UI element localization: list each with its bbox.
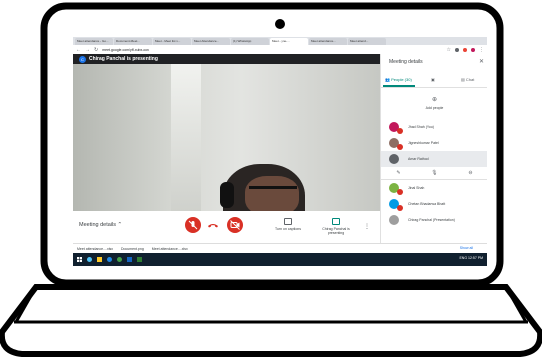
url-field[interactable]: meet.google.com/yff-xubx-oov xyxy=(102,48,442,52)
participant-name: Chirag Panchal (Presentation) xyxy=(408,218,455,222)
participant-row[interactable]: Chetan Bhadarwa Bhatt xyxy=(381,196,487,212)
participant-headset xyxy=(220,182,234,208)
present-now-button[interactable]: Chirag Panchal is presenting xyxy=(316,218,356,235)
participant-row[interactable]: Jhad Shah (You) xyxy=(381,119,487,135)
more-options-icon[interactable]: ⋮ xyxy=(364,223,370,230)
mic-muted-icon xyxy=(397,144,403,150)
presenting-label: Chirag Panchal is presenting xyxy=(322,227,350,235)
tab-chat[interactable]: ▤ Chat xyxy=(461,77,474,82)
video-feed xyxy=(73,64,380,211)
avatar xyxy=(389,154,399,164)
menu-icon[interactable]: ⋮ xyxy=(479,47,484,53)
download-item[interactable]: Meet attendance....xlsx xyxy=(77,247,113,251)
avatar xyxy=(389,138,403,150)
participant-glasses xyxy=(249,186,297,198)
mic-off-icon xyxy=(188,220,198,230)
forward-icon[interactable]: → xyxy=(85,47,90,53)
hangup-icon xyxy=(208,224,218,228)
panel-tabs: 👥 People (30) ▣ ▤ Chat xyxy=(381,74,487,88)
mic-muted-icon xyxy=(397,189,403,195)
panel-title: Meeting details xyxy=(389,59,423,65)
extension-icon[interactable] xyxy=(455,47,459,52)
search-icon[interactable] xyxy=(87,257,92,262)
file-explorer-icon[interactable] xyxy=(97,257,102,262)
present-icon xyxy=(332,218,340,225)
star-icon[interactable]: ☆ xyxy=(447,47,451,53)
avatar xyxy=(389,215,399,225)
avatar xyxy=(389,199,403,211)
download-item[interactable]: Meet attendance....xlsx xyxy=(152,247,188,251)
meeting-details-button[interactable]: Meeting details ⌃ xyxy=(79,222,122,228)
participant-name: Jinal Shah xyxy=(408,186,425,190)
side-panel: Meeting details ✕ 👥 People (30) ▣ ▤ Chat… xyxy=(380,54,487,243)
browser-tab[interactable]: Meet attendance... xyxy=(309,38,347,45)
participant-row[interactable]: Jinal Shah xyxy=(381,180,487,196)
add-people-button[interactable]: ⊕ Add people xyxy=(381,96,487,110)
camera-off-icon xyxy=(230,220,240,230)
participant-row[interactable]: Chirag Panchal (Presentation) xyxy=(381,212,487,228)
participant-list: Jhad Shah (You) Jigneshkumar Patel Amar … xyxy=(381,119,487,228)
captions-button[interactable]: Turn on captions xyxy=(268,218,308,231)
tab-people[interactable]: 👥 People (30) xyxy=(385,77,412,82)
end-call-button[interactable] xyxy=(205,217,221,233)
chat-icon: ▤ xyxy=(461,77,465,82)
browser-tab-active[interactable]: Meet - yne-... xyxy=(270,38,308,45)
windows-taskbar: ENG 12:57 PM xyxy=(73,253,487,266)
system-clock[interactable]: ENG 12:57 PM xyxy=(459,256,483,260)
mute-participant-icon[interactable]: 🎙 xyxy=(431,170,437,176)
profile-avatar[interactable] xyxy=(471,47,475,52)
mic-muted-icon xyxy=(397,205,403,211)
excel-icon[interactable] xyxy=(137,257,142,262)
captions-label: Turn on captions xyxy=(275,227,301,231)
browser-tab[interactable]: Meet Attendance... xyxy=(192,38,230,45)
camera-off-button[interactable] xyxy=(227,217,243,233)
browser-tab[interactable]: (1) WhatsApp xyxy=(231,38,269,45)
people-icon: 👥 xyxy=(385,77,390,82)
meeting-controls: Meeting details ⌃ Turn on captions Chira… xyxy=(73,211,380,243)
mic-muted-icon xyxy=(397,128,403,134)
activities-icon: ▣ xyxy=(431,77,435,82)
browser-tab[interactable]: Meet - Meet list x... xyxy=(153,38,191,45)
remove-participant-icon[interactable]: ⊖ xyxy=(468,170,472,176)
edge-icon[interactable] xyxy=(107,257,112,262)
presenter-avatar: C xyxy=(79,55,86,63)
browser-tab-strip: Meet attendance - Go... Document-Meet...… xyxy=(73,37,487,45)
participant-name: Chetan Bhadarwa Bhatt xyxy=(408,202,446,206)
downloads-bar: Meet attendance....xlsx Document.png Mee… xyxy=(73,243,487,253)
presenter-text: Chirag Panchal is presenting xyxy=(89,56,158,62)
word-icon[interactable] xyxy=(127,257,132,262)
video-window-light xyxy=(171,64,201,211)
chrome-icon[interactable] xyxy=(117,257,122,262)
browser-tab[interactable]: Meet attendance - Go... xyxy=(75,38,113,45)
avatar xyxy=(389,122,403,134)
avatar xyxy=(389,183,403,195)
address-bar: ← → ↻ meet.google.com/yff-xubx-oov ☆ ⋮ xyxy=(73,45,487,54)
presenter-banner: C Chirag Panchal is presenting xyxy=(73,54,380,64)
back-icon[interactable]: ← xyxy=(76,47,81,53)
participant-name: Amar Rathod xyxy=(408,157,429,161)
show-all-button[interactable]: Show all xyxy=(460,246,473,250)
tab-activities[interactable]: ▣ xyxy=(431,77,435,82)
close-icon[interactable]: ✕ xyxy=(479,58,484,65)
participant-row-highlighted[interactable]: Amar Rathod xyxy=(381,151,487,167)
participant-row[interactable]: Jigneshkumar Patel xyxy=(381,135,487,151)
participant-name: Jigneshkumar Patel xyxy=(408,141,439,145)
add-person-icon: ⊕ xyxy=(431,97,438,103)
participant-name: Jhad Shah (You) xyxy=(408,125,434,129)
tab-indicator xyxy=(383,85,415,87)
browser-tab[interactable]: Meet attend... xyxy=(348,38,386,45)
extension-icon[interactable] xyxy=(463,47,467,52)
windows-start-icon[interactable] xyxy=(77,257,82,262)
reload-icon[interactable]: ↻ xyxy=(94,47,98,53)
pin-icon[interactable]: ✎ xyxy=(396,170,400,176)
participant-actions: ✎ 🎙 ⊖ xyxy=(381,167,487,180)
download-item[interactable]: Document.png xyxy=(121,247,144,251)
browser-tab[interactable]: Document-Meet... xyxy=(114,38,152,45)
mic-off-button[interactable] xyxy=(185,217,201,233)
laptop-screen: Meet attendance - Go... Document-Meet...… xyxy=(73,37,487,266)
captions-icon xyxy=(284,218,292,225)
